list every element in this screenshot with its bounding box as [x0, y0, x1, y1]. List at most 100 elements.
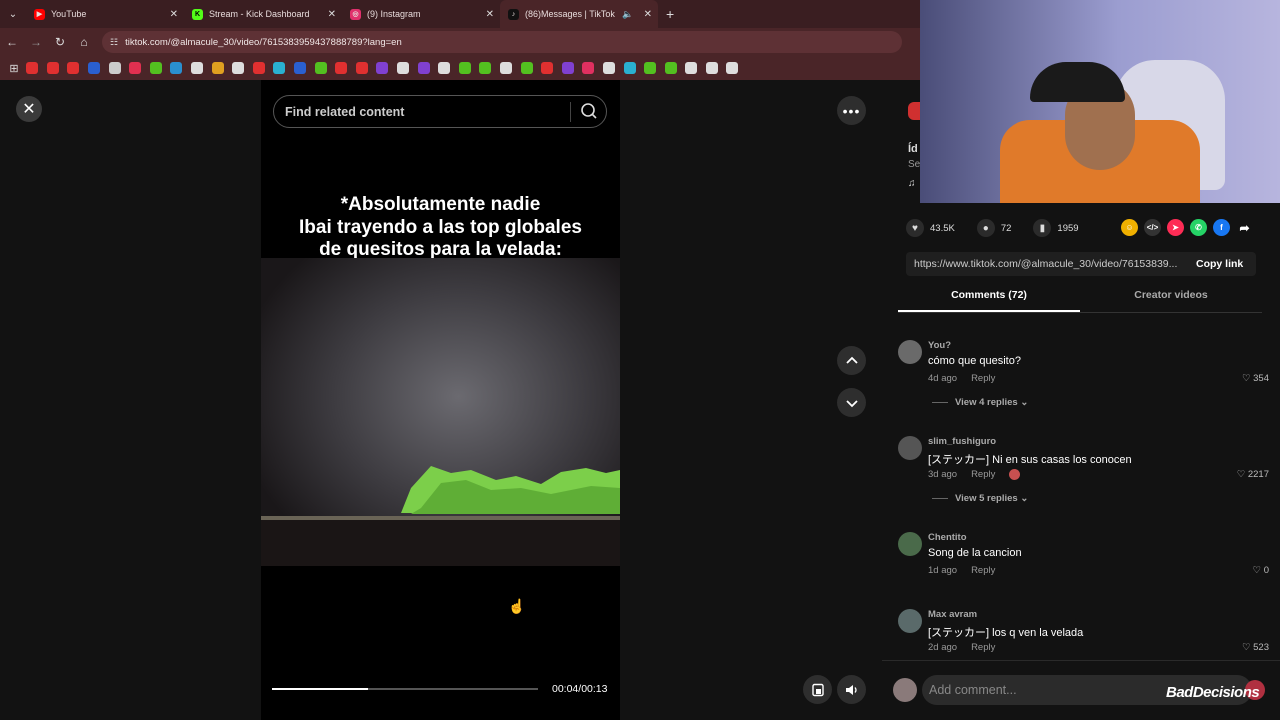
tab-instagram[interactable]: ◎ (9) Instagram ✕: [342, 0, 500, 28]
reply-button[interactable]: Reply: [971, 373, 995, 384]
send-icon[interactable]: ➤: [1167, 219, 1184, 236]
bookmark-icon[interactable]: [88, 62, 101, 74]
bookmark-icon[interactable]: [705, 62, 718, 74]
bookmark-icon[interactable]: [438, 62, 451, 74]
search-icon[interactable]: [579, 101, 599, 121]
bookmark-icon[interactable]: [602, 62, 615, 74]
bookmark-icon[interactable]: [211, 62, 224, 74]
bookmark-icon[interactable]: [376, 62, 389, 74]
bookmark-icon[interactable]: [479, 62, 492, 74]
tab-comments[interactable]: Comments (72): [898, 289, 1080, 312]
bookmark-icon[interactable]: [355, 62, 368, 74]
comment-like-button[interactable]: ♡ 354: [1242, 373, 1269, 384]
site-settings-icon[interactable]: ☷: [110, 37, 118, 48]
comment-like-button[interactable]: ♡ 2217: [1237, 469, 1269, 480]
comment-like-button[interactable]: ♡ 523: [1242, 642, 1269, 653]
reply-button[interactable]: Reply: [971, 642, 995, 653]
facebook-icon[interactable]: f: [1213, 219, 1230, 236]
bookmark-icon[interactable]: [561, 62, 574, 74]
next-video-button[interactable]: [837, 388, 866, 417]
copy-link-button[interactable]: Copy link: [1196, 258, 1243, 270]
close-viewer-button[interactable]: ✕: [16, 96, 42, 122]
comment-author[interactable]: Max avram: [928, 609, 977, 620]
bookmark-icon[interactable]: [252, 62, 265, 74]
bookmark-icon[interactable]: [108, 62, 121, 74]
comment-like-button[interactable]: ♡ 0: [1253, 565, 1269, 576]
comment-item: Chentito Song de la cancion 1d ago Reply …: [898, 532, 1270, 582]
floating-player-button[interactable]: [803, 675, 832, 704]
avatar[interactable]: [898, 436, 922, 460]
hand-cursor-icon: ☝: [508, 598, 526, 614]
home-icon[interactable]: ⌂: [72, 28, 96, 56]
find-related-search[interactable]: Find related content: [273, 95, 607, 128]
bookmark-icon[interactable]: [520, 62, 533, 74]
forward-icon[interactable]: →: [24, 28, 48, 56]
avatar[interactable]: [898, 340, 922, 364]
bookmark-icon[interactable]: [335, 62, 348, 74]
close-icon[interactable]: ✕: [486, 9, 494, 20]
comment-button[interactable]: ● 72: [976, 219, 1011, 237]
chevron-down-icon: [845, 399, 858, 407]
avatar[interactable]: [898, 532, 922, 556]
repost-icon[interactable]: ☺: [1121, 219, 1138, 236]
bookmark-icon[interactable]: [541, 62, 554, 74]
embed-icon[interactable]: </>: [1144, 219, 1161, 236]
bookmark-icon[interactable]: [458, 62, 471, 74]
bookmark-icon[interactable]: [396, 62, 409, 74]
volume-button[interactable]: [837, 675, 866, 704]
bookmark-icon[interactable]: [67, 62, 80, 74]
reply-button[interactable]: Reply: [971, 469, 995, 480]
url-input[interactable]: ☷ tiktok.com/@almacule_30/video/76153839…: [102, 31, 902, 53]
tab-kick-dashboard[interactable]: K Stream - Kick Dashboard ✕: [184, 0, 342, 28]
close-icon[interactable]: ✕: [170, 9, 178, 20]
reload-icon[interactable]: ↻: [48, 28, 72, 56]
video-progress-bar[interactable]: [272, 688, 538, 690]
share-arrow-icon[interactable]: ➦: [1236, 219, 1253, 236]
bookmark-icon[interactable]: [170, 62, 183, 74]
tab-search-icon[interactable]: ⌄: [0, 0, 26, 28]
bookmark-icon[interactable]: [46, 62, 59, 74]
more-options-button[interactable]: •••: [837, 96, 866, 125]
speaker-icon[interactable]: 🔈: [622, 9, 633, 20]
bookmark-icon[interactable]: [623, 62, 636, 74]
avatar[interactable]: [898, 609, 922, 633]
comment-author[interactable]: You?: [928, 340, 951, 351]
tab-youtube[interactable]: ▶ YouTube ✕: [26, 0, 184, 28]
new-tab-button[interactable]: +: [666, 6, 674, 22]
comment-like-count: 2217: [1247, 469, 1269, 480]
bookmark-icon[interactable]: [314, 62, 327, 74]
bookmark-icon[interactable]: [499, 62, 512, 74]
save-button[interactable]: ▮ 1959: [1033, 219, 1079, 237]
bookmark-icon[interactable]: [294, 62, 307, 74]
bookmark-icon[interactable]: [232, 62, 245, 74]
view-replies-button[interactable]: View 5 replies ⌄: [932, 493, 1028, 504]
bookmark-icon[interactable]: [664, 62, 677, 74]
back-icon[interactable]: ←: [0, 28, 24, 56]
bookmark-icon[interactable]: [273, 62, 286, 74]
bookmark-icon[interactable]: [685, 62, 698, 74]
bookmark-icon[interactable]: [644, 62, 657, 74]
comment-author[interactable]: Chentito: [928, 532, 967, 543]
whatsapp-icon[interactable]: ✆: [1190, 219, 1207, 236]
bookmark-icon[interactable]: [191, 62, 204, 74]
close-icon[interactable]: ✕: [644, 9, 652, 20]
apps-grid-icon[interactable]: ⊞: [6, 54, 22, 82]
bookmark-icon[interactable]: [26, 62, 39, 74]
tab-tiktok[interactable]: ♪ (86)Messages | TikTok 🔈 ✕: [500, 0, 658, 28]
comment-author[interactable]: slim_fushiguro: [928, 436, 996, 447]
bookmark-icon[interactable]: [149, 62, 162, 74]
comment-tabs: Comments (72) Creator videos: [898, 289, 1262, 313]
previous-video-button[interactable]: [837, 346, 866, 375]
bookmark-icon[interactable]: [417, 62, 430, 74]
view-replies-button[interactable]: View 4 replies ⌄: [932, 397, 1028, 408]
tiktok-icon: ♪: [508, 8, 519, 20]
search-input[interactable]: Find related content: [285, 105, 404, 119]
bookmark-icon[interactable]: [129, 62, 142, 74]
bookmark-icon[interactable]: [582, 62, 595, 74]
close-icon[interactable]: ✕: [328, 9, 336, 20]
tab-creator-videos[interactable]: Creator videos: [1080, 289, 1262, 312]
reply-button[interactable]: Reply: [971, 565, 995, 576]
video-link[interactable]: https://www.tiktok.com/@almacule_30/vide…: [914, 258, 1186, 270]
bookmark-icon[interactable]: [726, 62, 739, 74]
like-button[interactable]: ♥ 43.5K: [906, 219, 955, 237]
